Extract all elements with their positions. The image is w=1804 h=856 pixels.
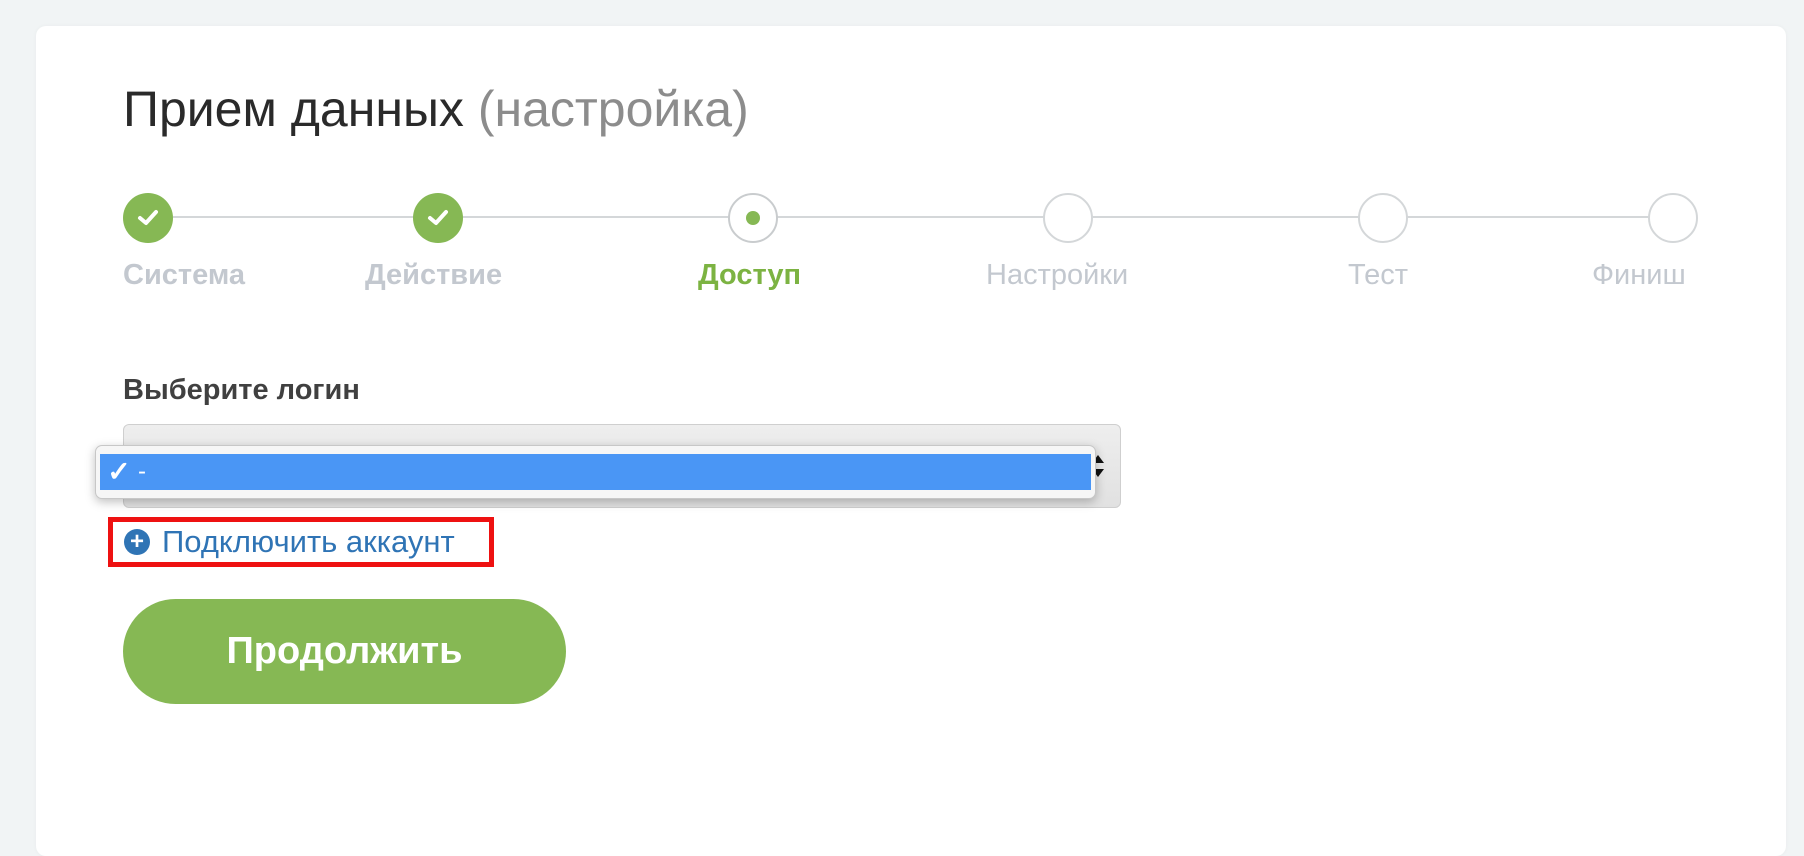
step-label-nastroiki: Настройки bbox=[986, 259, 1129, 291]
check-icon: ✓ bbox=[107, 456, 131, 487]
step-label-deistvie[interactable]: Действие bbox=[365, 258, 502, 292]
dropdown-option-selected[interactable]: ✓ - bbox=[100, 454, 1091, 490]
step-label-dostup: Доступ bbox=[698, 259, 802, 291]
step-circle-test bbox=[1358, 193, 1408, 243]
step-label-sistema[interactable]: Система bbox=[123, 258, 245, 292]
login-dropdown-menu: ✓ - bbox=[95, 445, 1096, 499]
connect-account-link[interactable]: + Подключить аккаунт bbox=[108, 517, 494, 567]
step-circle-deistvie[interactable] bbox=[413, 193, 463, 243]
step-circle-sistema[interactable] bbox=[123, 193, 173, 243]
current-step-dot-icon bbox=[746, 211, 760, 225]
login-select-label: Выберите логин bbox=[123, 374, 360, 406]
checkmark-icon bbox=[138, 210, 158, 225]
step-label-finish: Финиш bbox=[1592, 259, 1686, 291]
stepper-track-line bbox=[173, 216, 1652, 218]
plus-circle-icon: + bbox=[124, 529, 150, 555]
step-circle-nastroiki bbox=[1043, 193, 1093, 243]
checkmark-icon bbox=[428, 210, 448, 225]
dropdown-option-label: - bbox=[138, 458, 146, 485]
progress-stepper: Система Действие Доступ Настройки Тест Ф… bbox=[0, 0, 1804, 300]
step-label-test: Тест bbox=[1348, 259, 1408, 291]
step-circle-finish bbox=[1648, 193, 1698, 243]
step-circle-dostup bbox=[728, 193, 778, 243]
continue-button[interactable]: Продолжить bbox=[123, 599, 566, 704]
connect-account-label: Подключить аккаунт bbox=[162, 524, 455, 559]
